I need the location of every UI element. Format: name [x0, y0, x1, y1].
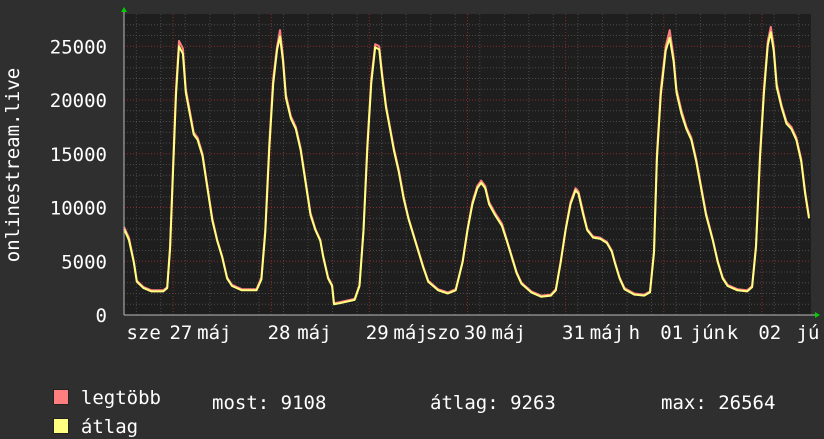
- x-tick-label: sze: [126, 322, 160, 344]
- x-tick-label: szo: [426, 322, 460, 344]
- x-tick-label: 27: [169, 322, 192, 344]
- y-tick-labels: 0 5000 10000 15000 20000 25000: [50, 36, 107, 327]
- y-tick-label: 10000: [50, 198, 107, 220]
- y-axis-label: onlinestream.live: [2, 68, 24, 262]
- y-axis-arrow: [121, 7, 127, 12]
- x-tick-label: máj: [590, 322, 624, 344]
- x-tick-label: jún: [691, 322, 725, 344]
- line-chart: 0500010000150002000025000 sze 27 máj 28 máj 2…: [2, 7, 820, 344]
- legend-label-average: átlag: [80, 416, 139, 438]
- y-tick-label: 25000: [50, 36, 107, 58]
- x-tick-label: jú: [797, 322, 820, 344]
- y-tick-label: 15000: [50, 144, 107, 166]
- stat-current: most: 9108: [212, 392, 327, 414]
- legend-item-average: átlag: [30, 391, 138, 438]
- x-tick-label: máj: [297, 322, 331, 344]
- x-tick-label: 31: [562, 322, 585, 344]
- x-tick-label: 01: [660, 322, 683, 344]
- x-axis-arrow: [815, 312, 820, 318]
- x-tick-label: máj: [492, 322, 526, 344]
- y-tick-label: 0: [96, 305, 107, 327]
- x-tick-label: 02: [758, 322, 781, 344]
- legend-item-max: legtöbb: [30, 362, 161, 409]
- x-tick-label: 28: [268, 322, 291, 344]
- x-tick-label: máj: [197, 322, 231, 344]
- stat-max: max: 26564: [661, 392, 776, 414]
- x-tick-label: h: [629, 322, 640, 344]
- x-tick-label: k: [727, 322, 739, 344]
- stat-average: átlag: 9263: [430, 392, 556, 414]
- x-tick-label: 30: [464, 322, 487, 344]
- y-tick-label: 20000: [50, 90, 107, 112]
- legend-swatch-average: [52, 418, 69, 434]
- x-tick-label: máj: [393, 322, 427, 344]
- y-tick-label: 5000: [61, 251, 107, 273]
- x-tick-labels: sze 27 máj 28 máj 29 májszo 30 máj 31 máj h 01 jún k 02…: [126, 322, 819, 344]
- x-tick-label: 29: [366, 322, 389, 344]
